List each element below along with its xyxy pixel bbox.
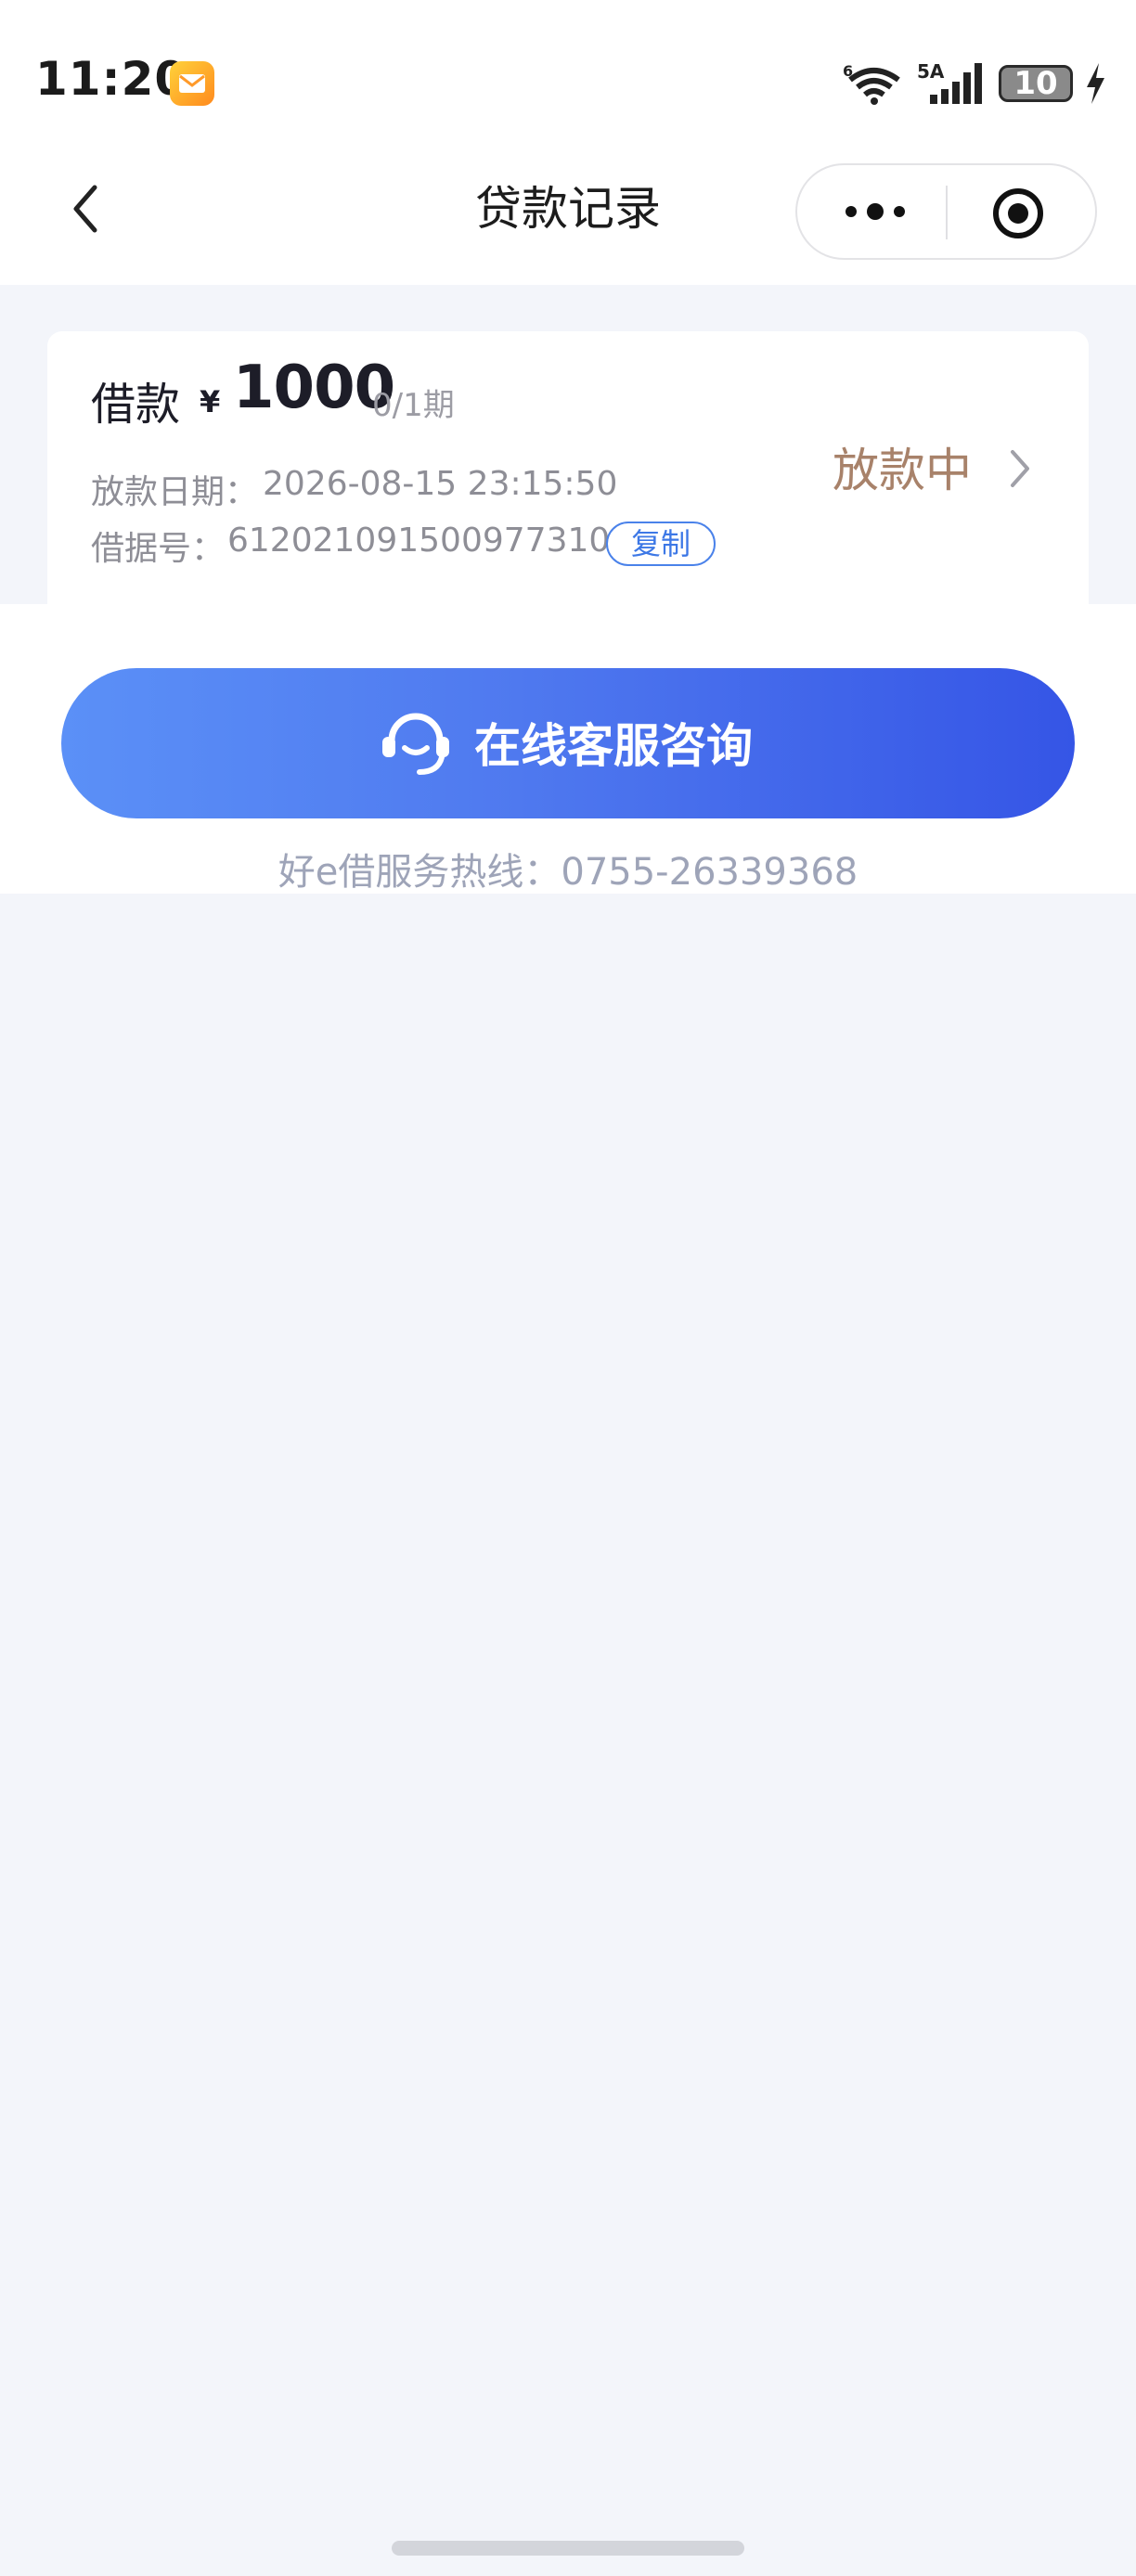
- svg-text:5A: 5A: [917, 60, 945, 83]
- loan-status: 放款中: [833, 444, 972, 497]
- loan-currency: ¥: [200, 384, 221, 419]
- charging-bolt-icon: [1084, 61, 1106, 106]
- home-indicator[interactable]: [392, 2541, 744, 2556]
- headset-icon: [377, 703, 455, 781]
- loan-amount: 1000: [233, 354, 395, 422]
- loan-record-card[interactable]: 借款 ¥ 1000 0/1期 放款日期： 2026-08-15 23:15:50…: [47, 331, 1089, 610]
- loan-date-label: 放款日期：: [91, 473, 259, 511]
- status-time: 11:20: [35, 52, 188, 106]
- receipt-number-label: 借据号：: [91, 530, 226, 568]
- service-section: 在线客服咨询 好e借服务热线：0755-26339368: [0, 604, 1136, 894]
- wifi-icon: 6: [841, 59, 906, 108]
- receipt-number: 612021091500977310: [227, 522, 611, 560]
- copy-button[interactable]: 复制: [606, 522, 716, 566]
- close-target-icon[interactable]: [990, 186, 1046, 241]
- capsule-divider: [946, 186, 948, 239]
- battery-level: 10: [1013, 65, 1058, 102]
- signal-icon: 5A: [917, 59, 984, 108]
- loan-label: 借款: [91, 379, 181, 431]
- chevron-right-icon[interactable]: [1006, 444, 1034, 493]
- mini-program-capsule: [795, 163, 1097, 260]
- loan-period: 0/1期: [372, 387, 455, 424]
- top-bar: 11:20 6 5A 10 贷款记录: [0, 0, 1136, 285]
- online-service-button[interactable]: 在线客服咨询: [61, 668, 1075, 818]
- mail-icon: [170, 61, 214, 106]
- loan-date: 2026-08-15 23:15:50: [263, 465, 618, 503]
- online-service-label: 在线客服咨询: [474, 719, 753, 773]
- service-hotline[interactable]: 好e借服务热线：0755-26339368: [0, 842, 1136, 895]
- more-dots-icon[interactable]: [838, 186, 912, 238]
